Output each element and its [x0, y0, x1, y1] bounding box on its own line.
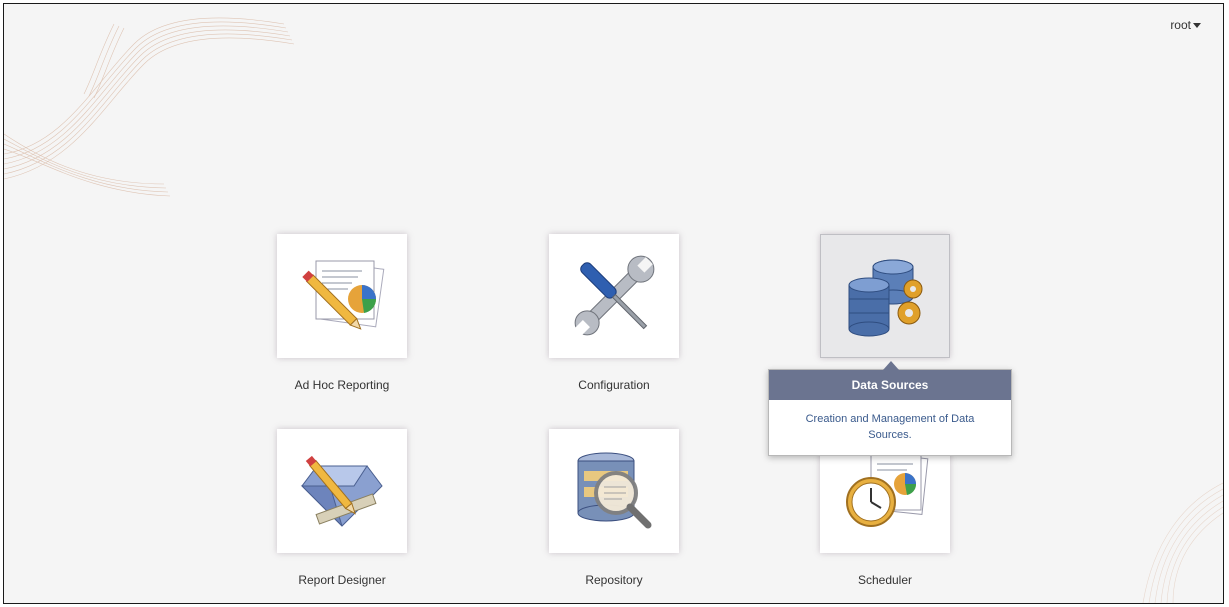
tile-label: Repository — [585, 573, 643, 587]
tile-ad-hoc-reporting[interactable]: Ad Hoc Reporting — [262, 234, 422, 392]
wrench-screwdriver-icon — [574, 255, 655, 336]
database-gears-icon — [848, 259, 923, 337]
tooltip-data-sources: Data Sources Creation and Management of … — [768, 361, 1012, 456]
scheduler-clock-icon — [846, 452, 929, 527]
decorative-swirl-bottom-right — [1142, 482, 1223, 603]
user-menu[interactable]: root — [1170, 18, 1201, 32]
repository-search-icon — [577, 452, 652, 529]
tooltip-description: Creation and Management of Data Sources. — [805, 413, 975, 441]
app-frame: root Ad Hoc Reporting Configuration Repo… — [3, 3, 1224, 604]
tile-report-designer[interactable]: Report Designer — [262, 429, 422, 587]
tile-icon-box — [549, 234, 679, 358]
decorative-swirl-top-left — [4, 17, 295, 197]
report-designer-icon — [300, 455, 383, 527]
user-menu-label: root — [1170, 18, 1191, 32]
tile-icon-box — [277, 429, 407, 553]
tile-icon-box — [277, 234, 407, 358]
tile-label: Ad Hoc Reporting — [294, 378, 390, 392]
tile-label: Report Designer — [298, 573, 386, 587]
tile-label: Configuration — [578, 378, 650, 392]
ad-hoc-report-icon — [302, 260, 385, 330]
tile-icon-box — [820, 234, 950, 358]
tile-data-sources[interactable] — [805, 234, 965, 358]
tile-repository[interactable]: Repository — [534, 429, 694, 587]
tooltip-title: Data Sources — [769, 370, 1011, 400]
chevron-down-icon — [1193, 22, 1201, 28]
tile-label: Scheduler — [857, 573, 913, 587]
tile-configuration[interactable]: Configuration — [534, 234, 694, 392]
tooltip-arrow — [883, 361, 899, 370]
tile-icon-box — [549, 429, 679, 553]
